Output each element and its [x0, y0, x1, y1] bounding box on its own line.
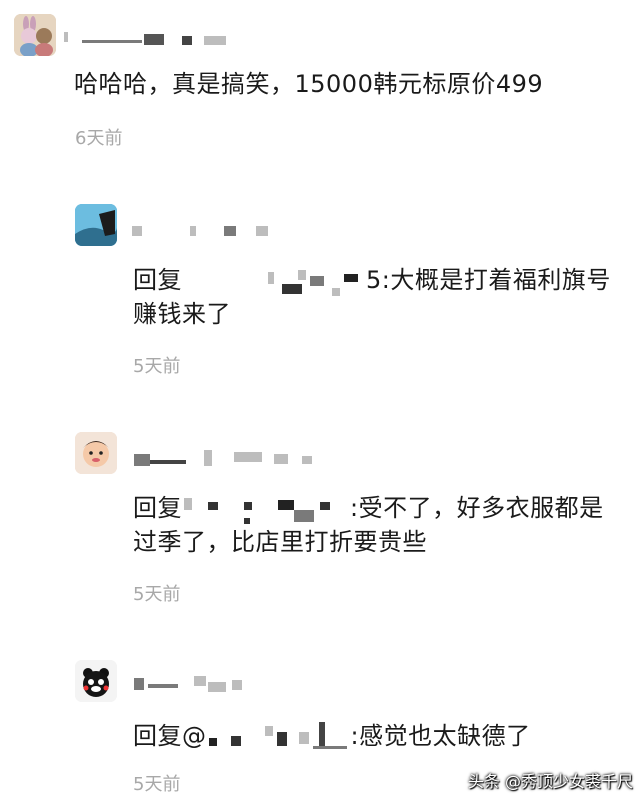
reply-prefix: 回复@: [133, 722, 207, 750]
reply-content: 5:大概是打着福利旗号: [366, 266, 611, 294]
landscape-avatar-image: [75, 204, 117, 246]
username-blurred[interactable]: [132, 224, 282, 240]
reply-prefix: 回复: [133, 266, 182, 294]
mention-blurred[interactable]: [182, 266, 366, 296]
avatar[interactable]: [75, 660, 117, 702]
reply-time: 5天前: [133, 584, 181, 605]
reply-time: 5天前: [133, 774, 181, 795]
username-blurred[interactable]: [134, 676, 254, 692]
watermark: 头条 @秀顶少女裘千尺: [467, 772, 633, 791]
avatar[interactable]: [75, 204, 117, 246]
reply-time: 5天前: [133, 356, 181, 377]
mention-blurred[interactable]: [207, 722, 351, 752]
comment-text: 哈哈哈，真是搞笑，15000韩元标原价499: [74, 70, 544, 98]
avatar[interactable]: [14, 14, 56, 56]
comment-time: 6天前: [75, 128, 123, 149]
reply-text-line2: 过季了，比店里打折要贵些: [133, 528, 427, 556]
kumamon-avatar-image: [75, 660, 117, 702]
reply-text-line2: 赚钱来了: [133, 300, 231, 328]
reply-text: 回复 :受不了，好多衣服都是: [133, 490, 604, 526]
reply-prefix: 回复: [133, 494, 182, 522]
reply-content: :受不了，好多衣服都是: [350, 494, 604, 522]
avatar[interactable]: [75, 432, 117, 474]
username-blurred[interactable]: [64, 30, 234, 46]
username-blurred[interactable]: [134, 450, 324, 466]
baby-avatar-image: [75, 432, 117, 474]
reply-text: 回复@ :感觉也太缺德了: [133, 718, 531, 754]
plush-toys-avatar-image: [14, 14, 56, 56]
reply-content: :感觉也太缺德了: [350, 722, 531, 750]
reply-text: 回复 5:大概是打着福利旗号: [133, 262, 611, 298]
mention-blurred[interactable]: [182, 494, 350, 524]
